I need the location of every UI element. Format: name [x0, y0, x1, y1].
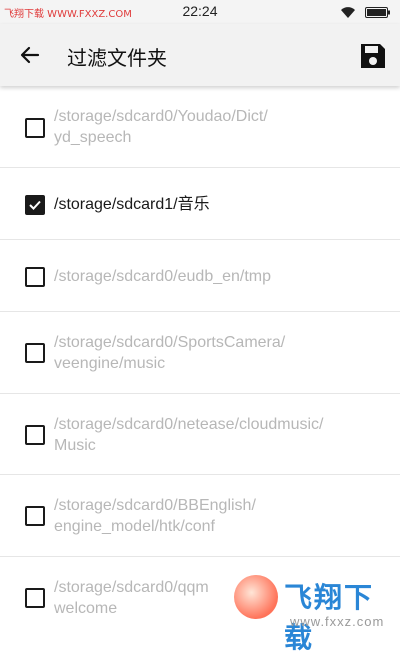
- folder-path: /storage/sdcard0/qqm welcome: [54, 579, 209, 617]
- floppy-disk-icon: [361, 44, 385, 68]
- folder-row[interactable]: /storage/sdcard0/qqm welcome: [0, 557, 400, 635]
- page-title: 过滤文件夹: [67, 46, 167, 70]
- folder-path: /storage/sdcard0/Youdao/Dict/ yd_speech: [54, 108, 268, 146]
- status-bar: 飞翔下载 WWW.FXXZ.COM 22:24: [0, 0, 400, 24]
- folder-path: /storage/sdcard0/netease/cloudmusic/ Mus…: [54, 416, 324, 454]
- folder-row[interactable]: /storage/sdcard0/Youdao/Dict/ yd_speech: [0, 86, 400, 168]
- save-button[interactable]: [356, 39, 390, 73]
- folder-row[interactable]: /storage/sdcard0/BBEnglish/ engine_model…: [0, 475, 400, 557]
- folder-row[interactable]: /storage/sdcard0/eudb_en/tmp: [0, 240, 400, 312]
- checkbox-checked[interactable]: [25, 195, 45, 215]
- checkbox[interactable]: [25, 588, 45, 608]
- checkbox[interactable]: [25, 118, 45, 138]
- folder-row[interactable]: /storage/sdcard0/SportsCamera/ veengine/…: [0, 312, 400, 394]
- folder-path: /storage/sdcard0/eudb_en/tmp: [54, 268, 272, 285]
- battery-icon: [365, 7, 390, 18]
- folder-row[interactable]: /storage/sdcard0/netease/cloudmusic/ Mus…: [0, 394, 400, 475]
- folder-path: /storage/sdcard0/SportsCamera/ veengine/…: [54, 334, 286, 372]
- wifi-icon: [341, 7, 355, 18]
- folder-path: /storage/sdcard1/音乐: [54, 196, 210, 213]
- checkbox[interactable]: [25, 267, 45, 287]
- checkbox[interactable]: [25, 425, 45, 445]
- back-button[interactable]: [14, 39, 46, 71]
- folder-list: /storage/sdcard0/Youdao/Dict/ yd_speech …: [0, 86, 400, 635]
- checkmark-icon: [29, 200, 41, 210]
- checkbox[interactable]: [25, 343, 45, 363]
- folder-row[interactable]: /storage/sdcard1/音乐: [0, 168, 400, 240]
- app-bar: 过滤文件夹: [0, 24, 400, 86]
- arrow-left-icon: [20, 46, 40, 64]
- folder-path: /storage/sdcard0/BBEnglish/ engine_model…: [54, 497, 256, 535]
- checkbox[interactable]: [25, 506, 45, 526]
